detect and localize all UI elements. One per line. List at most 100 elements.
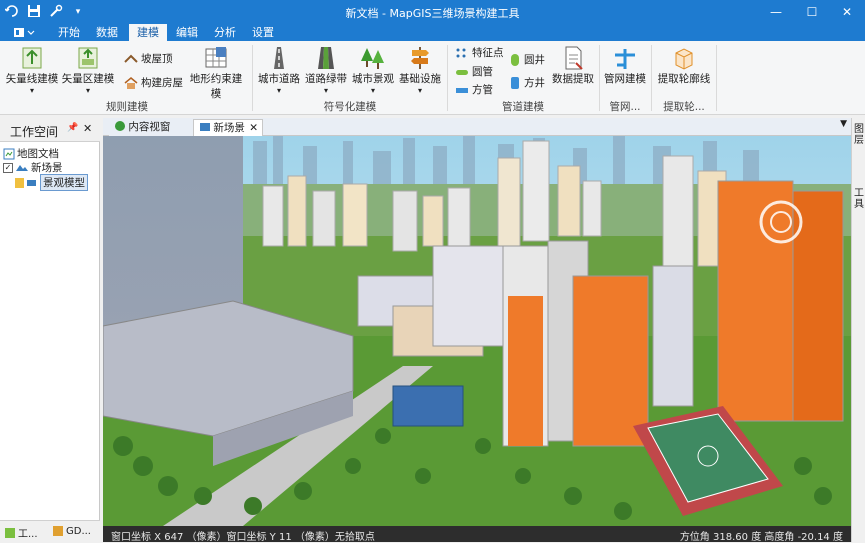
round-well-button[interactable]: 圆井 xyxy=(509,52,545,67)
city-road-button[interactable]: 城市道路 ▾ xyxy=(256,45,302,95)
workspace-tab[interactable]: 工... xyxy=(4,525,38,540)
right-side-tabs: 图层 工具 xyxy=(851,118,865,542)
3d-scene-viewport[interactable] xyxy=(103,136,851,526)
document-tabs: 内容视窗 新场景 ✕ ▼ xyxy=(103,118,851,136)
ribbon-tab-row: 开始 数据 建模 编辑 分析 设置 xyxy=(0,24,865,41)
pipe-network-model-button[interactable]: 管网建模 xyxy=(602,45,648,86)
rule-modeling-group-label: 规则建模 xyxy=(106,101,148,113)
square-pipe-label: 方管 xyxy=(472,84,493,96)
infrastructure-button[interactable]: 基础设施 ▾ xyxy=(397,45,443,95)
tree-label: 地图文档 xyxy=(17,148,59,160)
tree-item-new-scene[interactable]: ✓ 新场景 xyxy=(3,160,63,175)
landscape-model-icon xyxy=(15,177,36,188)
workspace-bottom-tabs: 工... GD... xyxy=(0,520,100,542)
gdb-tab[interactable]: GD... xyxy=(52,525,91,537)
terrain-constraint-icon xyxy=(202,45,230,71)
pipe-network-model-label: 管网建模 xyxy=(604,73,646,85)
status-bar: 窗口坐标 X 647 （像素）窗口坐标 Y 11 （像素）无拾取点 方位角 31… xyxy=(103,526,851,543)
road-green-belt-button[interactable]: 道路绿带 ▾ xyxy=(303,45,349,95)
round-pipe-label: 圆管 xyxy=(472,66,493,78)
data-extract-button[interactable]: 数据提取 xyxy=(550,45,596,86)
build-house-label: 构建房屋 xyxy=(141,77,183,89)
tabs-dropdown-icon[interactable]: ▼ xyxy=(840,119,847,129)
close-button[interactable]: ✕ xyxy=(829,0,865,24)
window-x-label: 窗口坐标 X xyxy=(111,532,162,543)
pin-icon[interactable]: 📌 xyxy=(67,123,78,133)
document-extract-icon xyxy=(559,45,587,71)
pipe-network-icon xyxy=(611,45,639,71)
vector-area-model-icon xyxy=(74,45,102,71)
square-pipe-button[interactable]: 方管 xyxy=(455,82,493,97)
layer-tab[interactable]: 图层 xyxy=(853,124,865,146)
close-panel-icon[interactable]: ✕ xyxy=(83,122,92,135)
pipe-network-group-label: 管网... xyxy=(609,101,641,113)
window-title: 新文档 - MapGIS三维场景构建工具 xyxy=(345,7,520,20)
tab-content-view[interactable]: 内容视窗 xyxy=(109,119,193,136)
city-landscape-label: 城市景观 xyxy=(352,73,394,85)
tab-edit[interactable]: 编辑 xyxy=(171,24,203,41)
ribbon-separator xyxy=(651,45,652,111)
tree-item-landscape-model[interactable]: 景观模型 xyxy=(14,174,88,191)
build-house-button[interactable]: 构建房屋 xyxy=(124,75,183,90)
tab-label: 内容视窗 xyxy=(128,121,171,133)
city-landscape-button[interactable]: 城市景观 ▾ xyxy=(350,45,396,95)
workspace-header: 工作空间 📌 ✕ xyxy=(0,118,100,142)
build-house-icon xyxy=(124,76,138,89)
workspace-title: 工作空间 xyxy=(10,125,59,139)
workspace-panel: 工作空间 📌 ✕ 地图文档 ✓ 新场景 景观模型 工... GD... xyxy=(0,118,100,542)
pitch-value: -20.14 xyxy=(797,532,830,543)
vector-line-model-button[interactable]: 矢量线建模 ▾ xyxy=(4,45,60,95)
maximize-button[interactable]: ☐ xyxy=(794,0,830,24)
tab-new-scene[interactable]: 新场景 ✕ xyxy=(193,119,263,136)
tab-label: 图层 xyxy=(854,124,864,146)
square-well-button[interactable]: 方井 xyxy=(509,75,545,90)
feature-point-button[interactable]: 特征点 xyxy=(455,45,504,60)
pixel-unit: （像素） xyxy=(186,532,227,543)
square-well-icon xyxy=(511,76,519,89)
map-document-icon xyxy=(3,148,15,159)
file-menu-button[interactable] xyxy=(8,24,42,41)
checkbox[interactable]: ✓ xyxy=(3,162,13,173)
degree-unit: 度 xyxy=(833,532,843,543)
tree-icon xyxy=(359,45,387,71)
window-y-value: 11 xyxy=(278,532,292,543)
ribbon-panel: 矢量线建模 ▾ 矢量区建模 ▾ 坡屋顶 构建房屋 地形约束建模 规则建模 城市道… xyxy=(0,41,865,115)
tab-data[interactable]: 数据 xyxy=(91,24,123,41)
tab-settings[interactable]: 设置 xyxy=(247,24,279,41)
minimize-button[interactable]: — xyxy=(758,0,794,24)
dropdown-arrow-icon: ▾ xyxy=(417,86,422,95)
outline-box-icon xyxy=(670,45,698,71)
round-pipe-button[interactable]: 圆管 xyxy=(455,64,493,79)
azimuth-label: 方位角 xyxy=(679,532,710,543)
vector-area-model-label: 矢量区建模 xyxy=(61,73,115,85)
pick-status: 无拾取点 xyxy=(334,532,375,543)
slope-roof-icon xyxy=(124,54,138,63)
vector-line-model-icon xyxy=(18,45,46,71)
terrain-constraint-label: 地形约束建模 xyxy=(189,73,243,100)
feature-point-icon xyxy=(456,48,466,57)
scene-icon xyxy=(16,164,28,171)
tool-tab[interactable]: 工具 xyxy=(853,188,865,210)
vector-line-model-label: 矢量线建模 xyxy=(5,73,59,85)
title-bar: ▾ 新文档 - MapGIS三维场景构建工具 — ☐ ✕ xyxy=(0,0,865,24)
dropdown-arrow-icon: ▾ xyxy=(85,86,90,95)
terrain-constraint-model-button[interactable]: 地形约束建模 xyxy=(186,45,246,101)
extract-outline-group-label: 提取轮... xyxy=(663,101,705,113)
round-pipe-icon xyxy=(456,69,468,75)
infrastructure-label: 基础设施 xyxy=(399,73,441,85)
tab-start[interactable]: 开始 xyxy=(53,24,85,41)
vector-area-model-button[interactable]: 矢量区建模 ▾ xyxy=(60,45,116,95)
city-road-label: 城市道路 xyxy=(258,73,300,85)
green-belt-icon xyxy=(312,45,340,71)
symbol-modeling-group-label: 符号化建模 xyxy=(323,101,377,113)
tree-item-map-document[interactable]: 地图文档 xyxy=(3,146,59,161)
close-tab-icon[interactable]: ✕ xyxy=(249,120,258,136)
tab-modeling[interactable]: 建模 xyxy=(129,24,167,41)
dropdown-arrow-icon: ▾ xyxy=(323,86,328,95)
pipe-modeling-group-label: 管道建模 xyxy=(502,101,544,113)
globe-icon xyxy=(115,121,125,131)
slope-roof-button[interactable]: 坡屋顶 xyxy=(124,51,173,66)
extract-outline-button[interactable]: 提取轮廓线 xyxy=(654,45,714,86)
tab-analysis[interactable]: 分析 xyxy=(209,24,241,41)
degree-unit: 度 xyxy=(751,532,762,543)
